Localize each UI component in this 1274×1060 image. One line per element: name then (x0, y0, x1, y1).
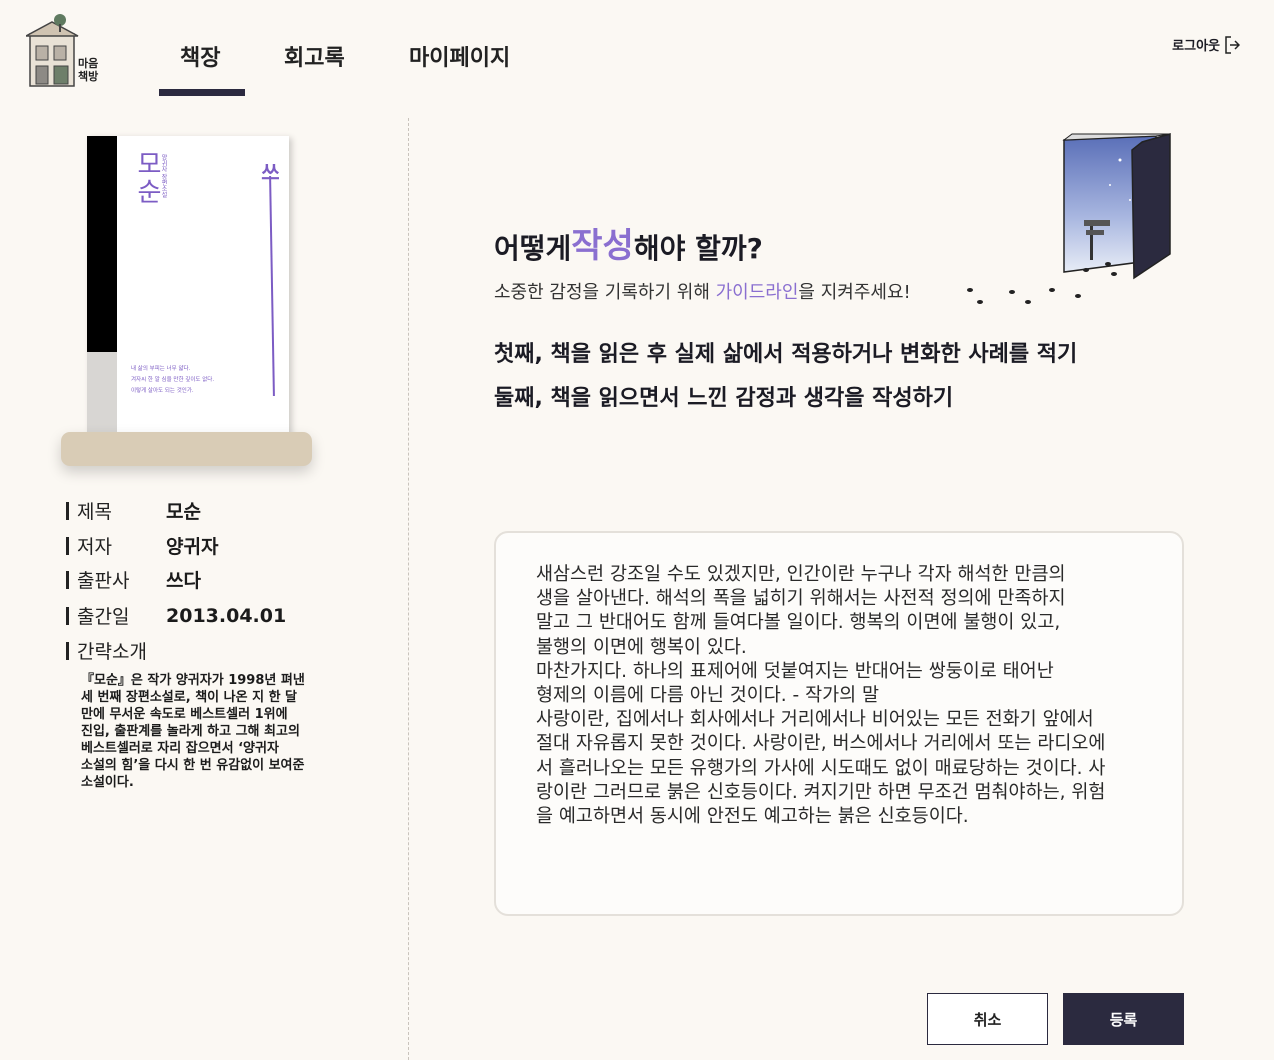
book-cover: 모순 양귀자 장편소설 쓰 내 삶의 부피는 너무 얇다. 겨자씨 한 알 심을… (87, 136, 289, 434)
submit-button[interactable]: 등록 (1063, 993, 1184, 1045)
info-summary-row: 간략소개 (66, 637, 166, 664)
info-author-value: 양귀자 (166, 536, 219, 558)
info-publisher-row: 출판사 쓰다 (66, 566, 201, 593)
book-cover-band-low (87, 352, 117, 434)
logout-label: 로그아웃 (1172, 39, 1220, 54)
guide-subtitle: 소중한 감정을 기록하기 위해 가이드라인을 지켜주세요! (494, 278, 911, 304)
guide-title-accent: 작성 (571, 226, 634, 266)
guide-title: 어떻게 작성 해야 할까? (494, 218, 763, 267)
info-date-label: 출간일 (66, 602, 166, 629)
book-shelf (61, 432, 312, 466)
book-door-illustration-icon (967, 133, 1171, 304)
info-title-row: 제목 모순 (66, 497, 201, 524)
guide-rule-1: 첫째, 책을 읽은 후 실제 삶에서 적용하거나 변화한 사례를 적기 (494, 342, 1078, 367)
guide-rule-2: 둘째, 책을 읽으면서 느낀 감정과 생각을 작성하기 (494, 386, 954, 411)
info-date-value: 2013.04.01 (166, 604, 287, 627)
info-author-label: 저자 (66, 532, 166, 559)
info-publisher-label: 출판사 (66, 566, 166, 593)
logo-text: 마음 책방 (78, 57, 99, 83)
info-title-label: 제목 (66, 497, 166, 524)
info-date-row: 출간일 2013.04.01 (66, 602, 286, 629)
guide-title-pre: 어떻게 (494, 232, 572, 265)
nav-memoir[interactable]: 회고록 (284, 40, 345, 72)
info-summary-label: 간략소개 (66, 637, 166, 664)
guide-sub-post: 을 지켜주세요! (798, 282, 911, 303)
book-cover-line (269, 175, 275, 397)
logout-icon (1225, 35, 1240, 54)
book-cover-subtitle: 양귀자 장편소설 (160, 154, 167, 198)
info-title-value: 모순 (166, 501, 201, 523)
guide-sub-pre: 소중한 감정을 기록하기 위해 (494, 282, 716, 303)
guideline-link[interactable]: 가이드라인 (716, 282, 799, 303)
cancel-button[interactable]: 취소 (927, 993, 1048, 1045)
guide-title-post: 해야 할까? (633, 232, 763, 265)
logout-button[interactable]: 로그아웃 (1172, 35, 1240, 54)
info-publisher-value: 쓰다 (166, 570, 201, 592)
nav-mypage[interactable]: 마이페이지 (409, 40, 510, 72)
book-cover-quote: 내 삶의 부피는 너무 얇다. 겨자씨 한 알 심을 만한 깊이도 없다. 이렇… (131, 366, 215, 394)
column-divider (408, 118, 409, 1060)
memoir-content[interactable]: 새삼스런 강조일 수도 있겠지만, 인간이란 누구나 각자 해석한 만큼의 생을… (536, 563, 1156, 829)
book-summary: 『모순』은 작가 양귀자가 1998년 펴낸 세 번째 장편소설로, 책이 나온… (81, 673, 305, 790)
info-author-row: 저자 양귀자 (66, 532, 218, 559)
nav-bookshelf[interactable]: 책장 (180, 40, 220, 72)
active-tab-indicator (159, 89, 245, 96)
book-cover-band (87, 136, 117, 352)
memoir-textarea[interactable]: 새삼스런 강조일 수도 있겠지만, 인간이란 누구나 각자 해석한 만큼의 생을… (494, 531, 1184, 916)
